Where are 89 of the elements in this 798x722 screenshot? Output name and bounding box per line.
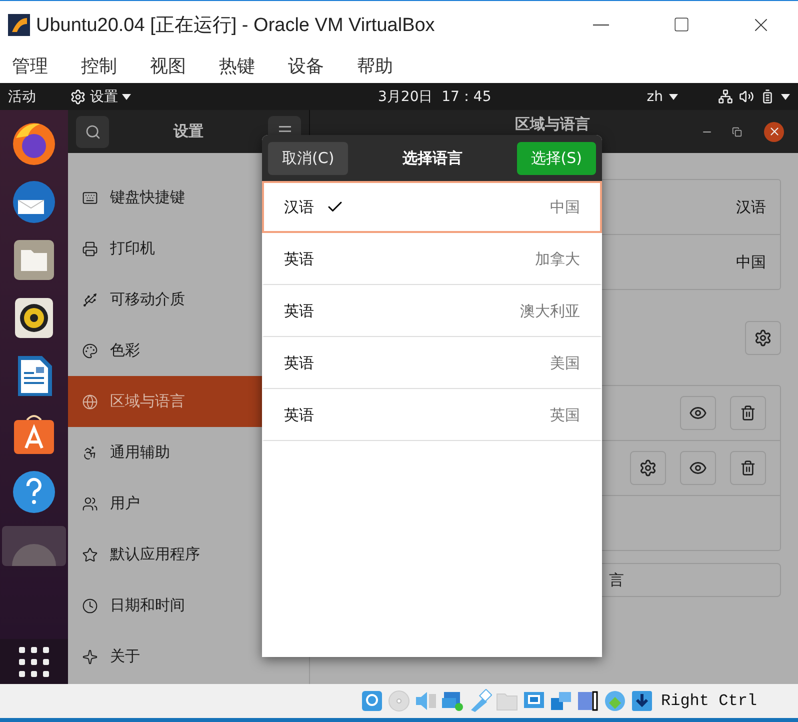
sidebar-label: 通用辅助 — [110, 443, 170, 462]
sidebar-item[interactable]: 日期和时间 — [68, 580, 309, 631]
sparkle-icon — [82, 648, 98, 664]
menu-item[interactable]: 设备 — [288, 54, 324, 78]
country-name: 澳大利亚 — [520, 302, 580, 321]
menu-item[interactable]: 控制 — [81, 54, 117, 78]
restore-icon — [732, 126, 742, 136]
input-method[interactable]: zh — [646, 88, 663, 104]
menu-icon — [278, 126, 290, 132]
language-row[interactable]: 英语 加拿大 — [262, 233, 602, 285]
clock-icon — [82, 598, 98, 614]
caret-icon — [669, 94, 678, 100]
cancel-button[interactable]: 取消(C) — [268, 142, 348, 174]
menu-item[interactable]: 热键 — [219, 54, 255, 78]
sidebar-label: 区域与语言 — [110, 392, 185, 411]
settings-button[interactable] — [745, 320, 781, 354]
sidebar-label: 关于 — [110, 647, 140, 666]
setting-value: 汉语 — [736, 198, 766, 216]
menu-item[interactable]: 视图 — [150, 54, 186, 78]
close-button[interactable] — [764, 122, 784, 142]
language-name: 汉语 — [284, 198, 314, 216]
search-icon — [84, 124, 100, 140]
language-row[interactable]: 汉语 中国 — [262, 181, 602, 233]
menu-item[interactable]: 管理 — [12, 54, 48, 78]
app-grid-icon[interactable] — [19, 646, 49, 676]
network-icon[interactable] — [718, 89, 733, 104]
globe-icon — [82, 394, 98, 410]
close-icon — [768, 125, 780, 138]
sidebar-label: 色彩 — [110, 341, 140, 360]
preview-button[interactable] — [680, 396, 716, 430]
language-name: 英语 — [284, 302, 314, 321]
country-name: 英国 — [550, 406, 580, 425]
settings-icon — [70, 88, 86, 104]
sidebar-label: 键盘快捷键 — [110, 188, 185, 207]
language-row[interactable]: 英语 澳大利亚 — [262, 285, 602, 337]
maximize-icon — [672, 16, 690, 33]
dialog-title: 选择语言 — [402, 148, 462, 168]
eye-icon — [689, 459, 707, 477]
caret-icon — [781, 94, 790, 100]
users-icon — [82, 496, 98, 512]
delete-button[interactable] — [730, 451, 766, 485]
country-name: 加拿大 — [535, 250, 580, 269]
menu-item[interactable]: 帮助 — [357, 54, 393, 78]
country-name: 美国 — [550, 354, 580, 373]
settings-icon — [639, 459, 657, 477]
settings-icon — [754, 328, 772, 346]
sidebar-label: 默认应用程序 — [110, 545, 200, 564]
star-icon — [82, 546, 98, 562]
sidebar-title: 设置 — [174, 122, 204, 141]
preview-button[interactable] — [680, 451, 716, 485]
country-name: 中国 — [550, 198, 580, 216]
help-icon[interactable] — [10, 468, 58, 516]
setting-value: 中国 — [736, 252, 766, 272]
trash-icon — [740, 405, 756, 421]
language-name: 英语 — [284, 250, 314, 269]
download-icon[interactable] — [630, 689, 654, 713]
language-row[interactable]: 英语 英国 — [262, 389, 602, 441]
sidebar-item[interactable]: 用户 — [68, 478, 309, 529]
delete-button[interactable] — [730, 396, 766, 430]
app-menu[interactable]: 设置 — [90, 88, 118, 106]
language-row[interactable]: 英语 美国 — [262, 337, 602, 389]
host-key-label: Right Ctrl — [661, 692, 758, 710]
sidebar-label: 日期和时间 — [110, 596, 185, 615]
minimize-icon — [593, 24, 609, 26]
language-name: 英语 — [284, 354, 314, 373]
sidebar-item[interactable]: 默认应用程序 — [68, 529, 309, 580]
palette-icon — [82, 342, 98, 358]
volume-icon[interactable] — [739, 89, 754, 104]
sidebar-item[interactable]: 关于 — [68, 631, 309, 682]
settings-button[interactable] — [630, 451, 666, 485]
browser-icon[interactable] — [10, 120, 58, 168]
app-logo-icon — [8, 14, 30, 36]
page-title: 区域与语言 — [515, 115, 590, 133]
video-icon[interactable] — [549, 689, 573, 713]
sidebar-label: 用户 — [110, 494, 140, 513]
sidebar-label: 可移动介质 — [110, 290, 185, 309]
battery-icon[interactable] — [760, 89, 775, 104]
mail-icon[interactable] — [10, 178, 58, 226]
usb-icon — [82, 292, 98, 308]
caret-icon — [122, 94, 131, 100]
window-title: Ubuntu20.04 [正在运行] - Oracle VM VirtualBox — [36, 14, 436, 38]
clock[interactable]: 3月20日 17：45 — [378, 88, 492, 106]
sidebar-label: 打印机 — [110, 239, 155, 258]
trash-icon — [740, 460, 756, 476]
activities-button[interactable]: 活动 — [8, 88, 36, 106]
printer-icon — [82, 240, 98, 256]
eye-icon — [689, 404, 707, 422]
keyboard-icon — [82, 190, 98, 206]
search-button[interactable] — [76, 116, 109, 148]
